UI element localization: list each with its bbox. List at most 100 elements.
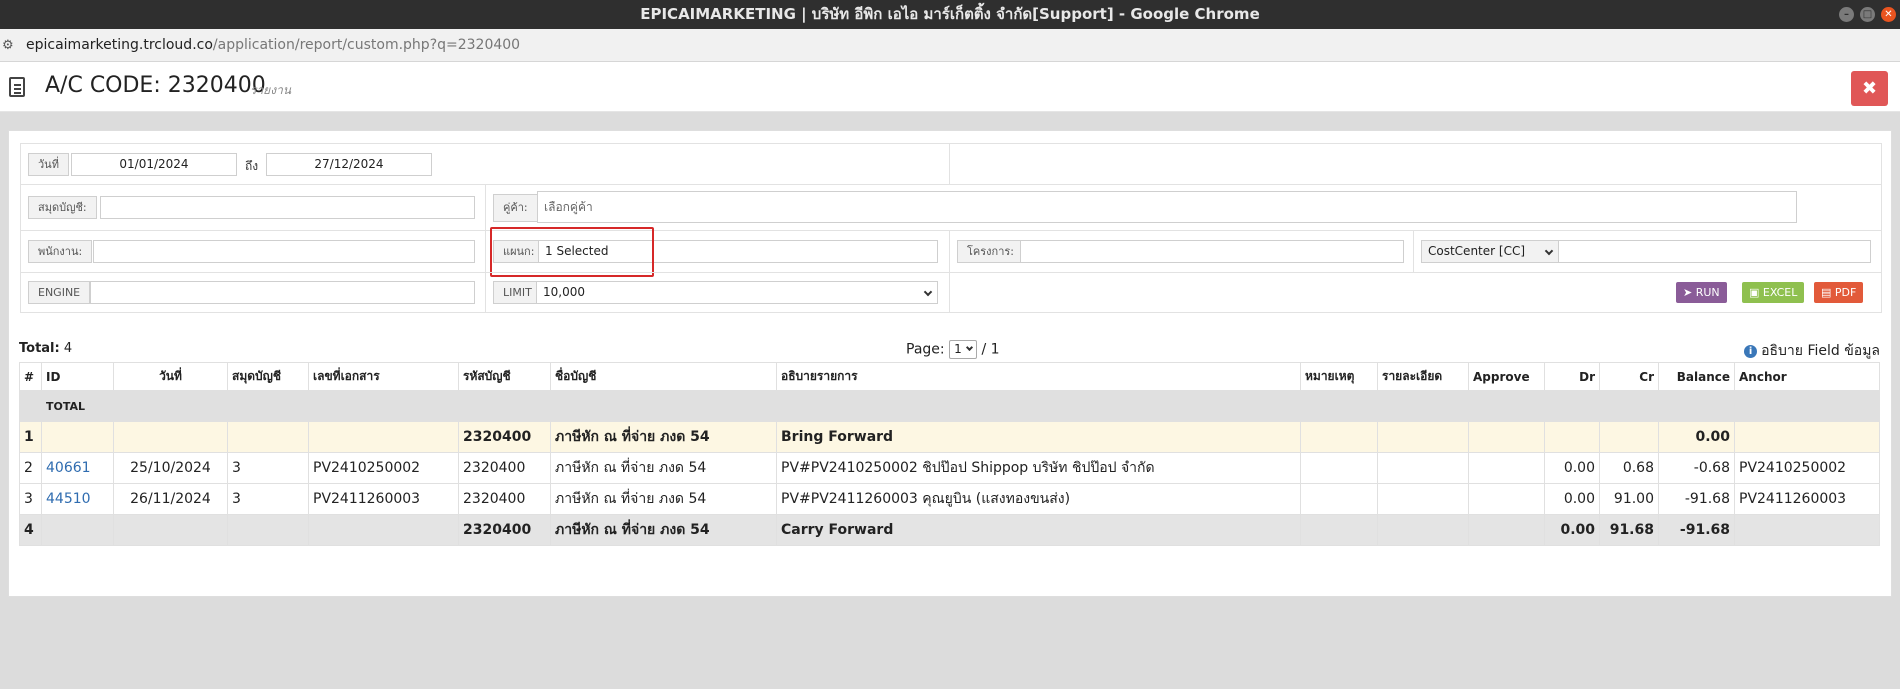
col-header-dr: Dr: [1544, 362, 1600, 391]
cell-id: 44510: [41, 483, 114, 515]
table-row: 3 44510 26/11/2024 3 PV2411260003 232040…: [19, 483, 1880, 515]
highlight-box: [490, 227, 654, 277]
excel-icon: ▣: [1749, 286, 1763, 299]
employee-cell: พนักงาน:: [21, 231, 486, 272]
project-input[interactable]: [1020, 240, 1404, 263]
cell-doc: [308, 421, 459, 453]
cell-detail: [1377, 514, 1469, 546]
cell-balance: -91.68: [1658, 514, 1735, 546]
col-header-date: วันที่: [113, 362, 228, 391]
journal-input[interactable]: [100, 196, 475, 219]
cell-approve: [1468, 421, 1545, 453]
cell-anchor: [1734, 421, 1880, 453]
cell-dr: [1544, 421, 1600, 453]
cell-balance: 0.00: [1658, 421, 1735, 453]
table-row: 1 2320400 ภาษีหัก ณ ที่จ่าย ภงด 54 Bring…: [19, 421, 1880, 453]
cell-description: PV#PV2410250002 ชิปป๊อป Shippop บริษัท ช…: [776, 452, 1301, 484]
cell-note: [1300, 514, 1378, 546]
col-header-anchor: Anchor: [1734, 362, 1880, 391]
report-header: A/C CODE: 2320400 รายงาน ✖: [0, 62, 1900, 112]
filter-row-engine: ENGINE LIMIT 10,000 ➤ RUN ▣ EXCEL ▤ PDF: [20, 272, 1882, 313]
engine-input[interactable]: [90, 281, 475, 304]
cell-detail: [1377, 483, 1469, 515]
cell-detail: [1377, 421, 1469, 453]
close-button[interactable]: ✖: [1851, 71, 1888, 106]
date-to-input[interactable]: 27/12/2024: [266, 153, 432, 176]
cell-anchor: PV2411260003: [1734, 483, 1880, 515]
cell-no: 4: [19, 514, 42, 546]
record-id-link[interactable]: 44510: [46, 491, 91, 507]
col-header-no: #: [19, 362, 42, 391]
journal-cell: สมุดบัญชี:: [21, 185, 486, 230]
cell-date: [113, 421, 228, 453]
cell-dr: 0.00: [1544, 452, 1600, 484]
filter-row-journal: สมุดบัญชี: คู่ค้า: เลือกคู่ค้า: [20, 184, 1882, 230]
record-id-link[interactable]: 40661: [46, 460, 91, 476]
page-subtitle: รายงาน: [250, 83, 292, 97]
cell-account-name: ภาษีหัก ณ ที่จ่าย ภงด 54: [550, 514, 777, 546]
table-row: 4 2320400 ภาษีหัก ณ ที่จ่าย ภงด 54 Carry…: [19, 514, 1880, 546]
chevron-down-icon: [966, 343, 974, 352]
cell-date: 26/11/2024: [113, 483, 228, 515]
cell-description: Carry Forward: [776, 514, 1301, 546]
url-text[interactable]: epicaimarketing.trcloud.co/application/r…: [26, 29, 520, 62]
cell-account-name: ภาษีหัก ณ ที่จ่าย ภงด 54: [550, 452, 777, 484]
partner-select[interactable]: เลือกคู่ค้า: [537, 191, 1797, 223]
chevron-down-icon: [1544, 246, 1554, 256]
cell-cr: 91.00: [1599, 483, 1659, 515]
engine-cell: ENGINE: [21, 273, 486, 312]
address-bar[interactable]: ⚙ epicaimarketing.trcloud.co/application…: [0, 29, 1900, 62]
cell-account-name: ภาษีหัก ณ ที่จ่าย ภงด 54: [550, 483, 777, 515]
col-header-detail: รายละเอียด: [1377, 362, 1469, 391]
minimize-icon[interactable]: –: [1839, 7, 1854, 22]
cell-cr: [1599, 421, 1659, 453]
cell-doc: [308, 514, 459, 546]
costcenter-select[interactable]: CostCenter [CC]: [1421, 240, 1559, 263]
cell-account-name: ภาษีหัก ณ ที่จ่าย ภงด 54: [550, 421, 777, 453]
cell-account-code: 2320400: [458, 514, 551, 546]
partner-cell: คู่ค้า: เลือกคู่ค้า: [486, 185, 1881, 230]
cell-doc: PV2411260003: [308, 483, 459, 515]
excel-button[interactable]: ▣ EXCEL: [1742, 282, 1805, 303]
table-cell: [19, 390, 42, 422]
cell-id: 40661: [41, 452, 114, 484]
total-row: TOTAL: [19, 390, 1880, 422]
cell-date: 25/10/2024: [113, 452, 228, 484]
cell-note: [1300, 421, 1378, 453]
date-label: วันที่: [28, 153, 69, 176]
cell-cr: 0.68: [1599, 452, 1659, 484]
pdf-button[interactable]: ▤ PDF: [1814, 282, 1864, 303]
cell-approve: [1468, 483, 1545, 515]
col-header-account-code: รหัสบัญชี: [458, 362, 551, 391]
col-header-description: อธิบายรายการ: [776, 362, 1301, 391]
cell-journal: 3: [227, 483, 309, 515]
cell-no: 3: [19, 483, 42, 515]
page-title: A/C CODE: 2320400: [45, 73, 266, 98]
field-info-link[interactable]: i อธิบาย Field ข้อมูล: [1744, 340, 1880, 362]
cell-journal: [227, 421, 309, 453]
employee-input[interactable]: [93, 240, 475, 263]
page-select[interactable]: 1: [949, 340, 978, 359]
cell-id: [41, 421, 114, 453]
window-controls: – □ ✕: [1839, 7, 1896, 22]
costcenter-input[interactable]: [1558, 240, 1871, 263]
col-header-balance: Balance: [1658, 362, 1735, 391]
site-settings-icon[interactable]: ⚙: [2, 29, 14, 62]
date-from-input[interactable]: 01/01/2024: [71, 153, 237, 176]
engine-label: ENGINE: [28, 281, 91, 304]
cell-no: 1: [19, 421, 42, 453]
journal-label: สมุดบัญชี:: [28, 196, 97, 219]
run-button[interactable]: ➤ RUN: [1676, 282, 1727, 303]
limit-cell: LIMIT 10,000: [486, 273, 950, 312]
cell-note: [1300, 452, 1378, 484]
col-header-account-name: ชื่อบัญชี: [550, 362, 777, 391]
limit-select[interactable]: 10,000: [536, 281, 938, 304]
maximize-icon[interactable]: □: [1860, 7, 1875, 22]
empty-cell: [950, 144, 1881, 184]
cell-account-code: 2320400: [458, 483, 551, 515]
cell-balance: -91.68: [1658, 483, 1735, 515]
col-header-doc: เลขที่เอกสาร: [308, 362, 459, 391]
window-close-icon[interactable]: ✕: [1881, 7, 1896, 22]
cell-account-code: 2320400: [458, 452, 551, 484]
pdf-icon: ▤: [1821, 286, 1835, 299]
